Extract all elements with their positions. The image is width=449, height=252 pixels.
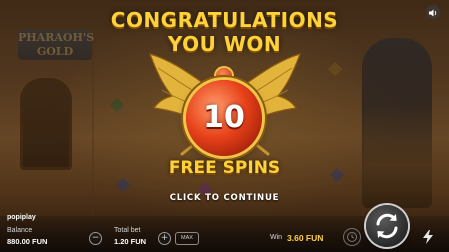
balance-label: Balance	[7, 227, 33, 234]
decrease-bet-button[interactable]: −	[89, 232, 102, 245]
turbo-button[interactable]	[421, 229, 435, 245]
autoplay-button[interactable]	[343, 228, 361, 246]
max-bet-button[interactable]: MAX	[175, 232, 199, 245]
free-spins-label: FREE SPINS	[168, 158, 281, 178]
click-to-continue[interactable]: CLICK TO CONTINUE	[0, 193, 449, 203]
spin-button[interactable]	[366, 205, 408, 247]
autoplay-icon	[347, 232, 357, 242]
total-bet-label: Total bet	[114, 227, 141, 234]
win-label: Win	[270, 234, 283, 241]
free-spins-count: 10	[203, 100, 245, 135]
headline-line-1: CONGRATULATIONS	[110, 8, 339, 32]
congratulations-headline: CONGRATULATIONS YOU WON	[0, 8, 449, 56]
speaker-icon	[429, 9, 437, 17]
brand-logo: popiplay	[7, 214, 36, 221]
total-bet-value: 1.20 FUN	[114, 237, 147, 246]
refresh-icon	[376, 213, 398, 239]
lightning-icon	[423, 230, 433, 244]
increase-bet-button[interactable]: +	[158, 232, 171, 245]
balance-value: 880.00 FUN	[7, 237, 48, 246]
win-value: 3.60 FUN	[287, 233, 324, 243]
sound-button[interactable]	[426, 5, 440, 19]
